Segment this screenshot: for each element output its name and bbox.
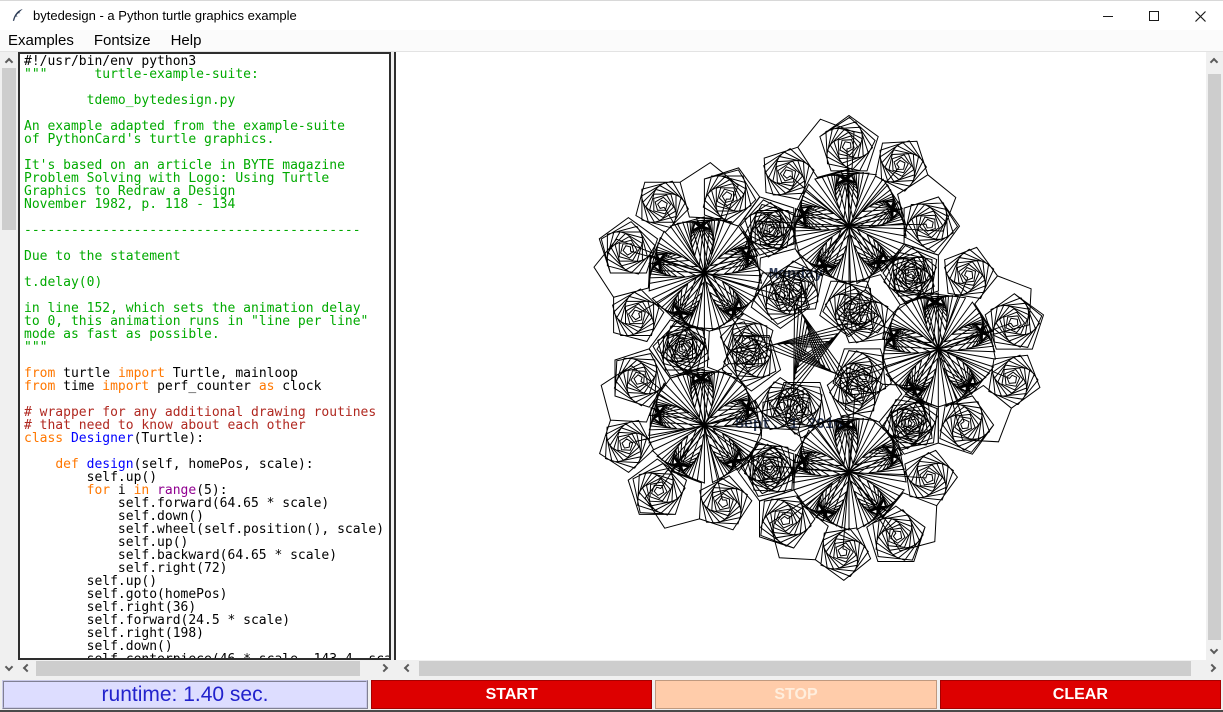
maximize-button[interactable] [1131,1,1177,31]
clear-button[interactable]: CLEAR [940,680,1221,709]
scroll-right-icon[interactable] [380,664,388,672]
code-line: from time import perf_counter as clock [24,380,389,393]
turtle-canvas: MondaySept. 1 2016 [396,52,1206,660]
menu-examples[interactable]: Examples [0,30,84,52]
canvas-hscroll-thumb[interactable] [419,661,1191,676]
scroll-up-icon[interactable] [1210,58,1218,66]
canvas-vscroll-thumb[interactable] [1208,74,1221,640]
window-title: bytedesign - a Python turtle graphics ex… [33,8,297,23]
button-row: STARTSTOPCLEAR [371,680,1221,709]
canvas-vscrollbar[interactable] [1206,52,1223,660]
scroll-right-icon[interactable] [1208,664,1216,672]
scroll-up-icon[interactable] [5,58,13,66]
editor-vscroll-thumb[interactable] [2,68,16,230]
code-line: November 1982, p. 118 - 134 [24,198,389,211]
editor-hscrollbar[interactable] [18,660,395,677]
code-line: tdemo_bytedesign.py [24,94,389,107]
canvas-hscrollbar[interactable] [399,660,1223,677]
minimize-button[interactable] [1085,1,1131,31]
canvas-frame: MondaySept. 1 2016 [394,52,1223,660]
code-line: Due to the statement [24,250,389,263]
menu-bar: ExamplesFontsizeHelp [0,30,1223,52]
python-feather-icon [10,8,25,23]
status-bar: runtime: 1.40 sec. STARTSTOPCLEAR [0,677,1223,710]
menu-fontsize[interactable]: Fontsize [84,30,161,52]
scroll-down-icon[interactable] [5,663,13,671]
maximize-icon [1149,11,1159,21]
code-line: """ [24,341,389,354]
scroll-left-icon[interactable] [23,664,31,672]
code-line: """ turtle-example-suite: [24,68,389,81]
editor-hscroll-thumb[interactable] [36,661,360,676]
close-icon [1195,11,1206,22]
code-line: of PythonCard's turtle graphics. [24,133,389,146]
app-window: bytedesign - a Python turtle graphics ex… [0,0,1223,712]
code-line: ----------------------------------------… [24,224,389,237]
code-editor[interactable]: #!/usr/bin/env python3""" turtle-example… [18,52,391,660]
hscroll-row [0,660,1223,677]
minimize-icon [1103,16,1113,17]
code-line: t.delay(0) [24,276,389,289]
close-button[interactable] [1177,1,1223,31]
code-line: class Designer(Turtle): [24,432,389,445]
code-line: self.centerpiece(46 * scale, 143.4, scal… [24,653,389,660]
menu-help[interactable]: Help [161,30,212,52]
scroll-down-icon[interactable] [1210,646,1218,654]
byte-design-drawing [396,52,1206,660]
scroll-left-icon[interactable] [404,664,412,672]
main-area: #!/usr/bin/env python3""" turtle-example… [0,52,1223,660]
title-bar: bytedesign - a Python turtle graphics ex… [0,0,1223,30]
code-line: mode as fast as possible. [24,328,389,341]
editor-vscrollbar[interactable] [0,52,18,677]
start-button[interactable]: START [371,680,652,709]
runtime-label: runtime: 1.40 sec. [2,680,368,709]
stop-button[interactable]: STOP [655,680,936,709]
